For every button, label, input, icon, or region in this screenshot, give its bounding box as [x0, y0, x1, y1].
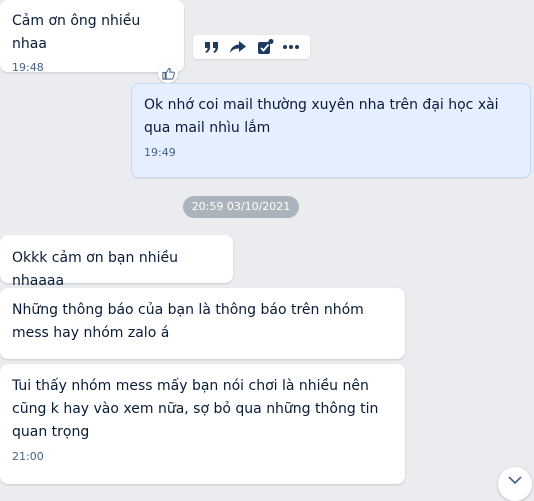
message-bubble-own[interactable]: Ok nhớ coi mail thường xuyên nha trên đạ… [131, 83, 531, 178]
message-text: Okkk cảm ơn bạn nhiều nhaaaa [12, 250, 178, 289]
message-bubble[interactable]: Cảm ơn ông nhiều nhaa 19:48 [0, 0, 184, 74]
thumbs-up-icon [161, 67, 175, 80]
scroll-to-bottom-button[interactable] [498, 467, 532, 501]
more-icon[interactable] [281, 37, 301, 57]
quote-icon[interactable] [202, 37, 222, 57]
message-text: Tui thấy nhóm mess mấy bạn nói chơi là n… [12, 378, 379, 440]
date-separator: 20:59 03/10/2021 [183, 196, 299, 218]
message-time: 21:00 [12, 450, 44, 463]
message-bubble[interactable]: Okkk cảm ơn bạn nhiều nhaaaa [0, 235, 233, 289]
chevron-down-icon [508, 476, 522, 484]
message-time: 19:48 [12, 61, 44, 74]
message-time: 19:49 [144, 146, 176, 159]
message-text: Cảm ơn ông nhiều nhaa [12, 13, 141, 52]
message-text: Ok nhớ coi mail thường xuyên nha trên đạ… [144, 97, 499, 136]
like-reaction-button[interactable] [158, 63, 178, 83]
task-check-icon[interactable] [255, 37, 275, 57]
message-action-toolbar [193, 35, 310, 59]
share-icon[interactable] [228, 37, 248, 57]
message-bubble[interactable]: Tui thấy nhóm mess mấy bạn nói chơi là n… [0, 364, 405, 484]
message-bubble[interactable]: Những thông báo của bạn là thông báo trê… [0, 288, 405, 359]
message-text: Những thông báo của bạn là thông báo trê… [12, 302, 364, 341]
